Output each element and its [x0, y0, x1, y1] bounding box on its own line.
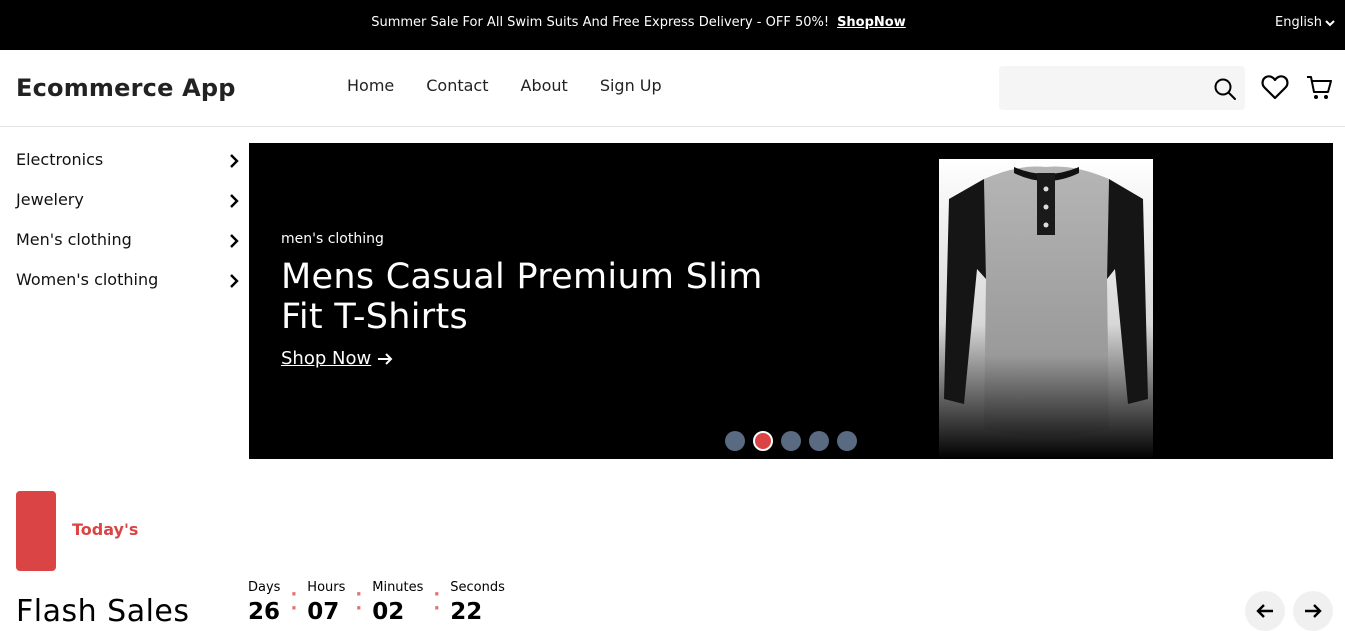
prev-button[interactable]: [1245, 591, 1285, 631]
category-label: Men's clothing: [16, 230, 132, 249]
section-tag-marker: [16, 491, 56, 571]
category-mens-clothing[interactable]: Men's clothing: [16, 230, 240, 270]
top-promo-bar: Summer Sale For All Swim Suits And Free …: [0, 0, 1345, 50]
timer-hours: Hours 07: [307, 580, 345, 625]
slider-dot-2[interactable]: [753, 431, 773, 451]
category-label: Electronics: [16, 150, 104, 169]
timer-separator: · ·: [355, 584, 363, 619]
category-sidebar: Electronics Jewelery Men's clothing Wome…: [16, 150, 240, 310]
search-input[interactable]: [1011, 78, 1205, 95]
timer-minutes: Minutes 02: [372, 580, 423, 625]
chevron-right-icon: [230, 154, 239, 168]
chevron-right-icon: [230, 274, 239, 288]
search-box: [999, 66, 1245, 110]
chevron-down-icon: [1325, 19, 1335, 26]
promo-shop-now-link[interactable]: ShopNow: [837, 15, 906, 30]
slider-dot-1[interactable]: [725, 431, 745, 451]
hero-slider: men's clothing Mens Casual Premium Slim …: [249, 143, 1333, 459]
timer-seconds: Seconds 22: [450, 580, 505, 625]
countdown-timer: Days 26 · · Hours 07 · · Minutes 02 · · Sec…: [248, 580, 505, 625]
nav-about[interactable]: About: [521, 76, 568, 95]
timer-value: 02: [372, 599, 405, 625]
arrow-left-icon: [1256, 604, 1273, 618]
timer-separator: · ·: [433, 584, 441, 619]
timer-label: Seconds: [450, 580, 505, 595]
category-label: Women's clothing: [16, 270, 159, 289]
nav-contact[interactable]: Contact: [426, 76, 488, 95]
timer-value: 22: [450, 599, 483, 625]
product-image: [939, 159, 1153, 459]
hero-category: men's clothing: [281, 231, 384, 247]
next-button[interactable]: [1293, 591, 1333, 631]
timer-label: Minutes: [372, 580, 424, 595]
carousel-arrows: [1245, 591, 1333, 631]
category-womens-clothing[interactable]: Women's clothing: [16, 270, 240, 310]
language-selector[interactable]: English: [1275, 15, 1336, 30]
timer-value: 07: [307, 599, 340, 625]
heart-icon[interactable]: [1261, 74, 1289, 100]
timer-label: Hours: [307, 580, 346, 595]
nav-sign-up[interactable]: Sign Up: [600, 76, 662, 95]
slider-dot-5[interactable]: [837, 431, 857, 451]
category-jewelery[interactable]: Jewelery: [16, 190, 240, 230]
nav-home[interactable]: Home: [347, 76, 394, 95]
cart-icon[interactable]: [1306, 75, 1332, 101]
hero-title: Mens Casual Premium Slim Fit T-Shirts: [281, 257, 763, 337]
promo-banner: Summer Sale For All Swim Suits And Free …: [0, 15, 1277, 30]
site-logo[interactable]: Ecommerce App: [16, 74, 236, 102]
section-title: Flash Sales: [16, 594, 190, 629]
chevron-right-icon: [230, 194, 239, 208]
language-label: English: [1275, 15, 1322, 30]
timer-label: Days: [248, 580, 281, 595]
arrow-right-icon: [1305, 604, 1322, 618]
hero-shop-now-link[interactable]: Shop Now: [281, 348, 393, 369]
chevron-right-icon: [230, 234, 239, 248]
arrow-right-icon: [378, 352, 393, 365]
category-label: Jewelery: [16, 190, 84, 209]
slider-dot-4[interactable]: [809, 431, 829, 451]
main-nav: Home Contact About Sign Up: [347, 76, 662, 95]
site-header: Ecommerce App Home Contact About Sign Up: [0, 50, 1345, 127]
hero-cta-label: Shop Now: [281, 348, 372, 369]
timer-separator: · ·: [290, 584, 298, 619]
section-tag-label: Today's: [72, 520, 139, 539]
slider-dot-3[interactable]: [781, 431, 801, 451]
timer-value: 26: [248, 599, 281, 625]
promo-text: Summer Sale For All Swim Suits And Free …: [371, 15, 830, 30]
search-icon[interactable]: [1213, 77, 1237, 101]
category-electronics[interactable]: Electronics: [16, 150, 240, 190]
timer-days: Days 26: [248, 580, 280, 625]
slider-dots: [725, 431, 857, 451]
